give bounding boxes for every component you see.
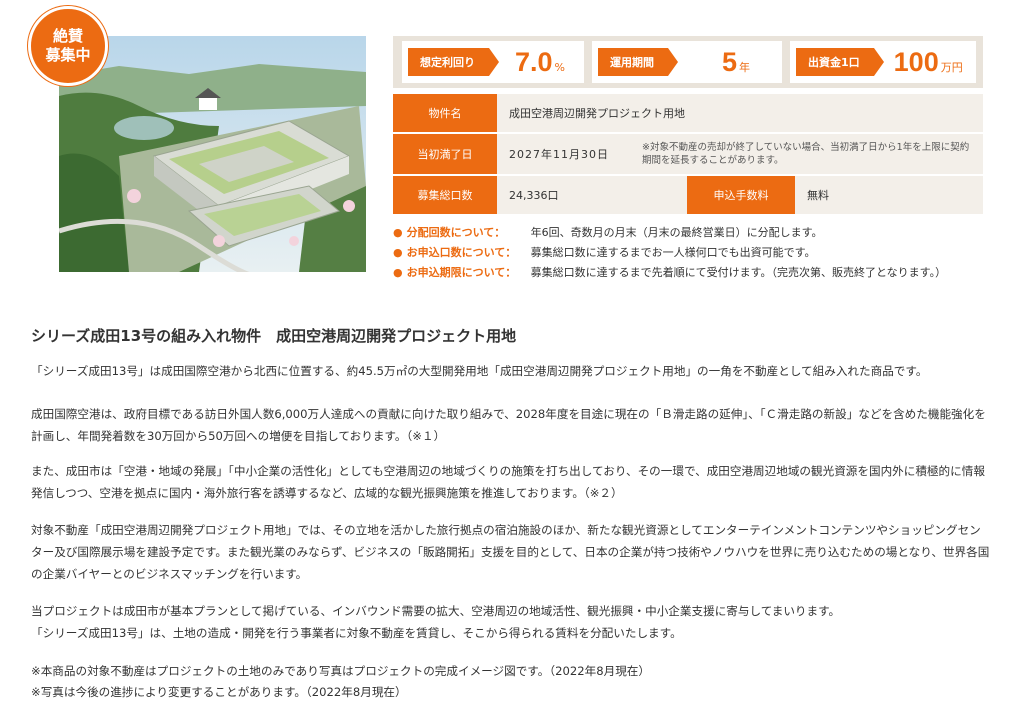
bullet-text: 募集総口数に達するまで先着順にて受付けます。（完売次第、販売終了となります。） (530, 266, 947, 279)
stat-investment: 出資金1口 100 万円 (790, 41, 976, 83)
fee-label: 申込手数料 (687, 176, 795, 214)
stat-period-unit: 年 (739, 61, 751, 74)
row-property: 物件名 成田空港周辺開発プロジェクト用地 (393, 94, 983, 134)
bullet-dot-icon: ● (393, 225, 403, 239)
stat-period-label: 運用期間 (598, 48, 678, 76)
units-value: 24,336口 (497, 176, 687, 214)
note-image: ※本商品の対象不動産はプロジェクトの土地のみであり写真はプロジェクトの完成イメー… (31, 664, 650, 678)
paragraph-project: 当プロジェクトは成田市が基本プランとして掲げている、インバウンド需要の拡大、空港… (31, 604, 841, 618)
stat-investment-value: 100 (893, 46, 939, 77)
paragraph-city: また、成田市は「空港・地域の発展」「中小企業の活性化」としても空港周辺の地域づく… (31, 464, 985, 500)
units-label: 募集総口数 (393, 176, 497, 214)
bullet-label: 分配回数について： (406, 226, 506, 239)
stat-period: 運用期間 5 年 (592, 41, 782, 83)
bullet-dot-icon: ● (393, 265, 403, 279)
stat-investment-unit: 万円 (940, 61, 963, 74)
property-label: 物件名 (393, 94, 497, 132)
property-value: 成田空港周辺開発プロジェクト用地 (497, 94, 983, 132)
stat-yield-value: 7.0 (515, 46, 553, 77)
badge-line1: 絶賛 (52, 27, 83, 45)
note-change: ※写真は今後の進捗により変更することがあります。（2022年8月現在） (31, 685, 407, 699)
bullet-distribution: ● 分配回数について： 年6回、奇数月の月末（月末の最終営業日）に分配します。 (393, 222, 983, 242)
bullet-label: お申込口数について： (406, 246, 517, 259)
maturity-value: 2027年11月30日 (497, 134, 642, 174)
bullet-text: 募集総口数に達するまでお一人様何口でも出資可能です。 (530, 246, 816, 259)
fee-value: 無料 (795, 176, 983, 214)
badge-line2: 募集中 (45, 46, 91, 64)
paragraph-intro: 「シリーズ成田13号」は成田国際空港から北西に位置する、約45.5万㎡の大型開発… (31, 364, 928, 378)
row-units: 募集総口数 24,336口 申込手数料 無料 (393, 176, 983, 214)
paragraph-distribution: 「シリーズ成田13号」は、土地の造成・開発を行う事業者に対象不動産を賃貸し、そこ… (31, 626, 682, 640)
stat-investment-label: 出資金1口 (796, 48, 884, 76)
bullet-notes: ● 分配回数について： 年6回、奇数月の月末（月末の最終営業日）に分配します。 … (393, 222, 983, 282)
bullet-text: 年6回、奇数月の月末（月末の最終営業日）に分配します。 (530, 226, 823, 239)
bullet-deadline: ● お申込期限について： 募集総口数に達するまで先着順にて受付けます。（完売次第… (393, 262, 983, 282)
rendering-illustration (59, 36, 366, 272)
bullet-dot-icon: ● (393, 245, 403, 259)
paragraph-airport: 成田国際空港は、政府目標である訪日外国人数6,000万人達成への貢献に向けた取り… (31, 407, 986, 443)
stat-yield-unit: % (554, 60, 565, 74)
maturity-note: ※対象不動産の売却が終了していない場合、当初満了日から1年を上限に契約期間を延長… (642, 134, 983, 174)
section-title: シリーズ成田13号の組み入れ物件 成田空港周辺開発プロジェクト用地 (31, 327, 517, 345)
bullet-units: ● お申込口数について： 募集総口数に達するまでお一人様何口でも出資可能です。 (393, 242, 983, 262)
recruiting-badge: 絶賛 募集中 (28, 6, 108, 86)
bullet-label: お申込期限について： (406, 266, 517, 279)
paragraph-property: 対象不動産「成田空港周辺開発プロジェクト用地」では、その立地を活かした旅行拠点の… (31, 523, 990, 581)
stat-yield-label: 想定利回り (408, 48, 499, 76)
maturity-label: 当初満了日 (393, 134, 497, 174)
stat-yield: 想定利回り 7.0 % (402, 41, 584, 83)
row-maturity: 当初満了日 2027年11月30日 ※対象不動産の売却が終了していない場合、当初… (393, 134, 983, 176)
stat-period-value: 5 (722, 46, 738, 77)
project-rendering-image (59, 36, 366, 272)
stats-bar: 想定利回り 7.0 % 運用期間 5 年 出資金1口 100 万円 (393, 36, 983, 88)
